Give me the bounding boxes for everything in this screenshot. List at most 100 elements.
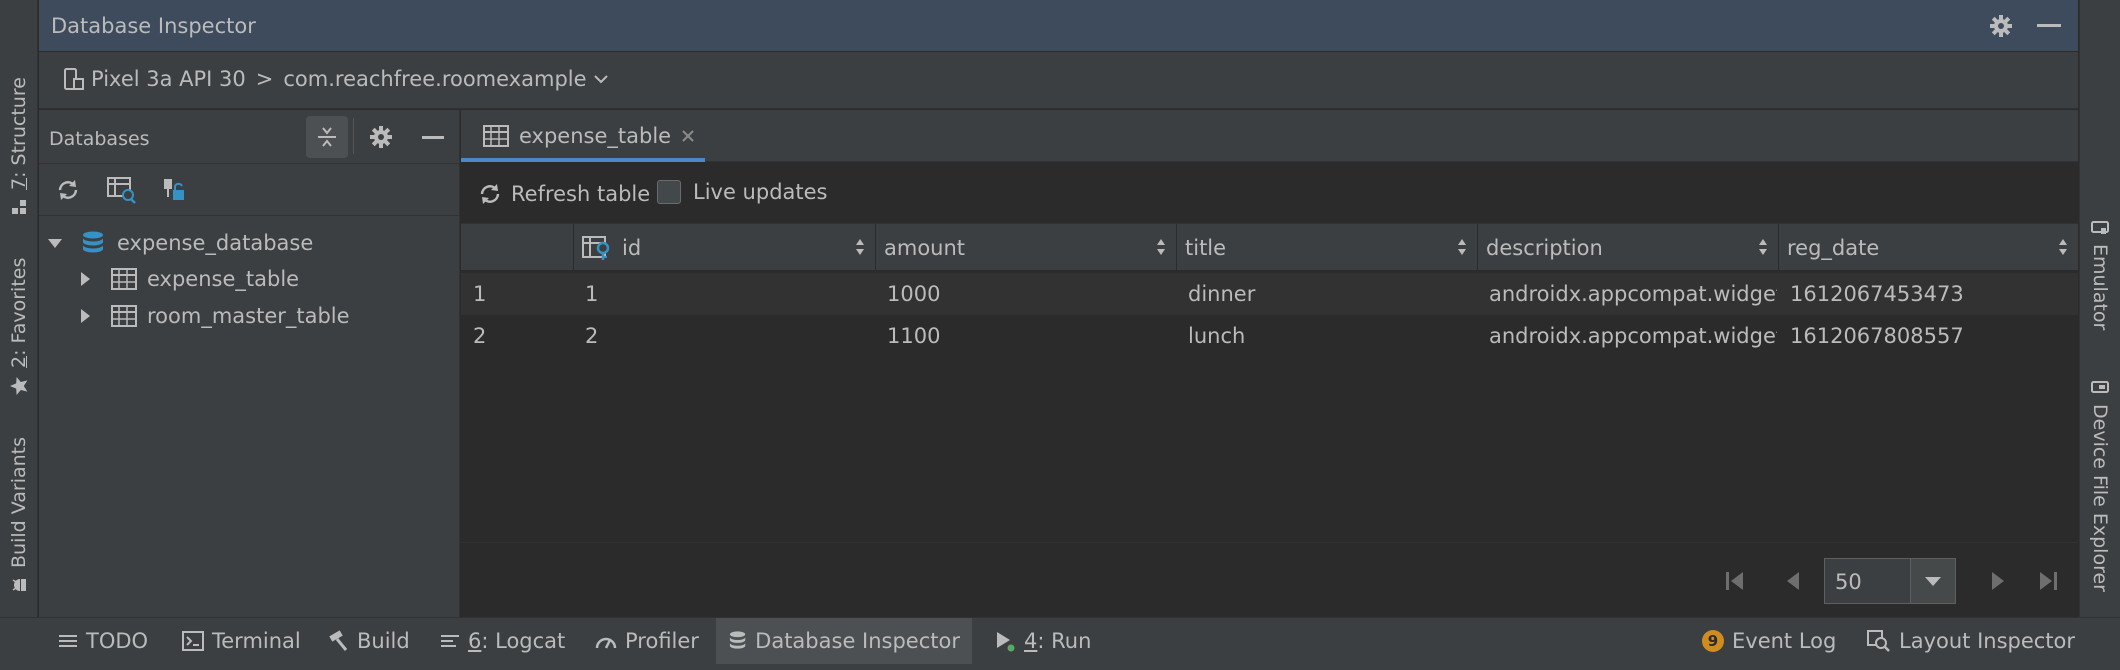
expand-arrow-right-icon[interactable] [77, 308, 93, 324]
todo-label: TODO [86, 629, 149, 653]
column-header-id[interactable]: id [573, 224, 875, 271]
column-header-label: amount [884, 235, 966, 260]
event-log-tool-tab[interactable]: 9 Event Log [1690, 618, 1848, 664]
settings-gear-icon[interactable] [1989, 14, 2013, 38]
title-cell[interactable]: dinner [1188, 273, 1476, 315]
table-row[interactable]: 2 2 1100 lunch androidx.appcompat.widget… [461, 315, 2078, 357]
id-cell[interactable]: 1 [585, 273, 875, 315]
amount-cell[interactable]: 1100 [887, 315, 1175, 357]
event-log-label: Event Log [1732, 629, 1837, 653]
build-variants-tab-label: Build Variants [8, 436, 30, 568]
column-header-label: id [622, 235, 642, 260]
chevron-down-icon [593, 75, 608, 84]
profiler-tool-tab[interactable]: Profiler [583, 618, 711, 664]
layout-inspector-tool-tab[interactable]: Layout Inspector [1855, 618, 2087, 664]
device-file-explorer-tool-tab[interactable]: Device File Explorer [2089, 378, 2111, 592]
sort-icon[interactable] [2058, 238, 2068, 256]
panel-minimize-icon[interactable] [422, 136, 444, 139]
expand-arrow-down-icon[interactable] [47, 235, 63, 251]
run-number: 4 [1024, 629, 1038, 653]
reg-date-cell[interactable]: 1612067453473 [1790, 273, 2078, 315]
run-query-table-icon[interactable] [107, 176, 137, 204]
column-header-title[interactable]: title [1176, 224, 1477, 271]
terminal-label: Terminal [212, 629, 301, 653]
phone-icon [2091, 381, 2109, 393]
structure-tool-tab[interactable]: 7: Structure [8, 77, 30, 216]
refresh-schema-icon[interactable] [55, 177, 81, 203]
refresh-icon [480, 184, 500, 204]
previous-page-icon[interactable] [1785, 570, 1801, 592]
tool-window-title-bar: Database Inspector [39, 0, 2078, 52]
dropdown-arrow-icon[interactable] [1910, 559, 1955, 603]
terminal-icon [182, 631, 204, 651]
tab-expense-table[interactable]: expense_table [461, 110, 705, 162]
logcat-tool-tab[interactable]: 6: Logcat [428, 618, 577, 664]
database-tree-node[interactable]: expense_database [47, 230, 313, 256]
row-number-cell[interactable]: 1 [473, 273, 569, 315]
sort-icon[interactable] [1457, 238, 1467, 256]
sort-icon[interactable] [1156, 238, 1166, 256]
collapse-all-icon[interactable] [306, 116, 348, 158]
tool-window-title: Database Inspector [51, 14, 256, 38]
pagination-bar: 50 [461, 544, 2078, 617]
emulator-icon [2091, 221, 2109, 234]
build-tool-tab[interactable]: Build [315, 618, 422, 664]
device-process-dropdown[interactable]: Pixel 3a API 30 > com.reachfree.roomexam… [63, 67, 609, 91]
table-icon [483, 125, 509, 147]
minimize-icon[interactable] [2037, 24, 2061, 27]
description-cell[interactable]: androidx.appcompat.widget.Ap [1489, 315, 1777, 357]
sort-icon[interactable] [855, 238, 865, 256]
description-cell[interactable]: androidx.appcompat.widget.Ap [1489, 273, 1777, 315]
refresh-table-button[interactable]: Refresh table [477, 181, 650, 207]
database-inspector-tool-tab[interactable]: Database Inspector [716, 618, 972, 664]
panel-settings-gear-icon[interactable] [369, 125, 393, 149]
emulator-tool-tab[interactable]: Emulator [2089, 218, 2111, 330]
row-number-column-header [461, 224, 573, 271]
sort-icon[interactable] [1758, 238, 1768, 256]
keep-connection-open-icon[interactable] [161, 177, 187, 203]
title-cell[interactable]: lunch [1188, 315, 1476, 357]
expand-arrow-right-icon[interactable] [77, 271, 93, 287]
editor-tab-bar: expense_table [461, 110, 2078, 162]
primary-key-icon [582, 235, 610, 260]
terminal-tool-tab[interactable]: Terminal [170, 618, 313, 664]
checkbox-box[interactable] [657, 180, 681, 204]
next-page-icon[interactable] [1990, 570, 2006, 592]
refresh-table-label: Refresh table [511, 182, 651, 206]
live-updates-label: Live updates [693, 180, 828, 204]
amount-cell[interactable]: 1000 [887, 273, 1175, 315]
table-tree-node[interactable]: expense_table [77, 267, 299, 291]
run-icon [997, 632, 1015, 652]
row-number-cell[interactable]: 2 [473, 315, 569, 357]
favorites-tool-tab[interactable]: 2: Favorites [8, 258, 30, 396]
layout-inspector-label: Layout Inspector [1899, 629, 2076, 653]
table-row[interactable]: 1 1 1000 dinner androidx.appcompat.widge… [461, 273, 2078, 315]
right-tool-stripe: Emulator Device File Explorer [2079, 0, 2120, 617]
column-header-label: title [1185, 235, 1227, 260]
todo-tool-tab[interactable]: TODO [46, 618, 160, 664]
column-header-amount[interactable]: amount [875, 224, 1176, 271]
table-tree-node[interactable]: room_master_table [77, 304, 350, 328]
page-size-dropdown[interactable]: 50 [1824, 558, 1956, 604]
device-icon [64, 68, 84, 90]
run-tool-tab[interactable]: 4: Run [982, 618, 1103, 664]
id-cell[interactable]: 2 [585, 315, 875, 357]
reg-date-cell[interactable]: 1612067808557 [1790, 315, 2078, 357]
toolbar-divider [353, 118, 354, 154]
databases-panel: Databases expense_database expense_table [39, 110, 460, 617]
column-header-reg-date[interactable]: reg_date [1778, 224, 2078, 271]
last-page-icon[interactable] [2037, 570, 2059, 592]
live-updates-checkbox[interactable]: Live updates [657, 180, 828, 204]
column-header-description[interactable]: description [1477, 224, 1778, 271]
build-variants-tool-tab[interactable]: Build Variants [8, 437, 30, 594]
left-tool-stripe: 7: Structure 2: Favorites Build Variants [0, 0, 38, 617]
first-page-icon[interactable] [1724, 570, 1746, 592]
database-inspector-label: Database Inspector [755, 629, 960, 653]
databases-panel-header: Databases [39, 110, 460, 164]
device-selector-bar: Pixel 3a API 30 > com.reachfree.roomexam… [39, 52, 2078, 109]
event-count-badge: 9 [1702, 630, 1724, 652]
table-icon [111, 305, 137, 327]
close-tab-icon[interactable] [681, 129, 695, 143]
column-header-label: reg_date [1787, 235, 1880, 260]
database-icon [729, 631, 746, 649]
